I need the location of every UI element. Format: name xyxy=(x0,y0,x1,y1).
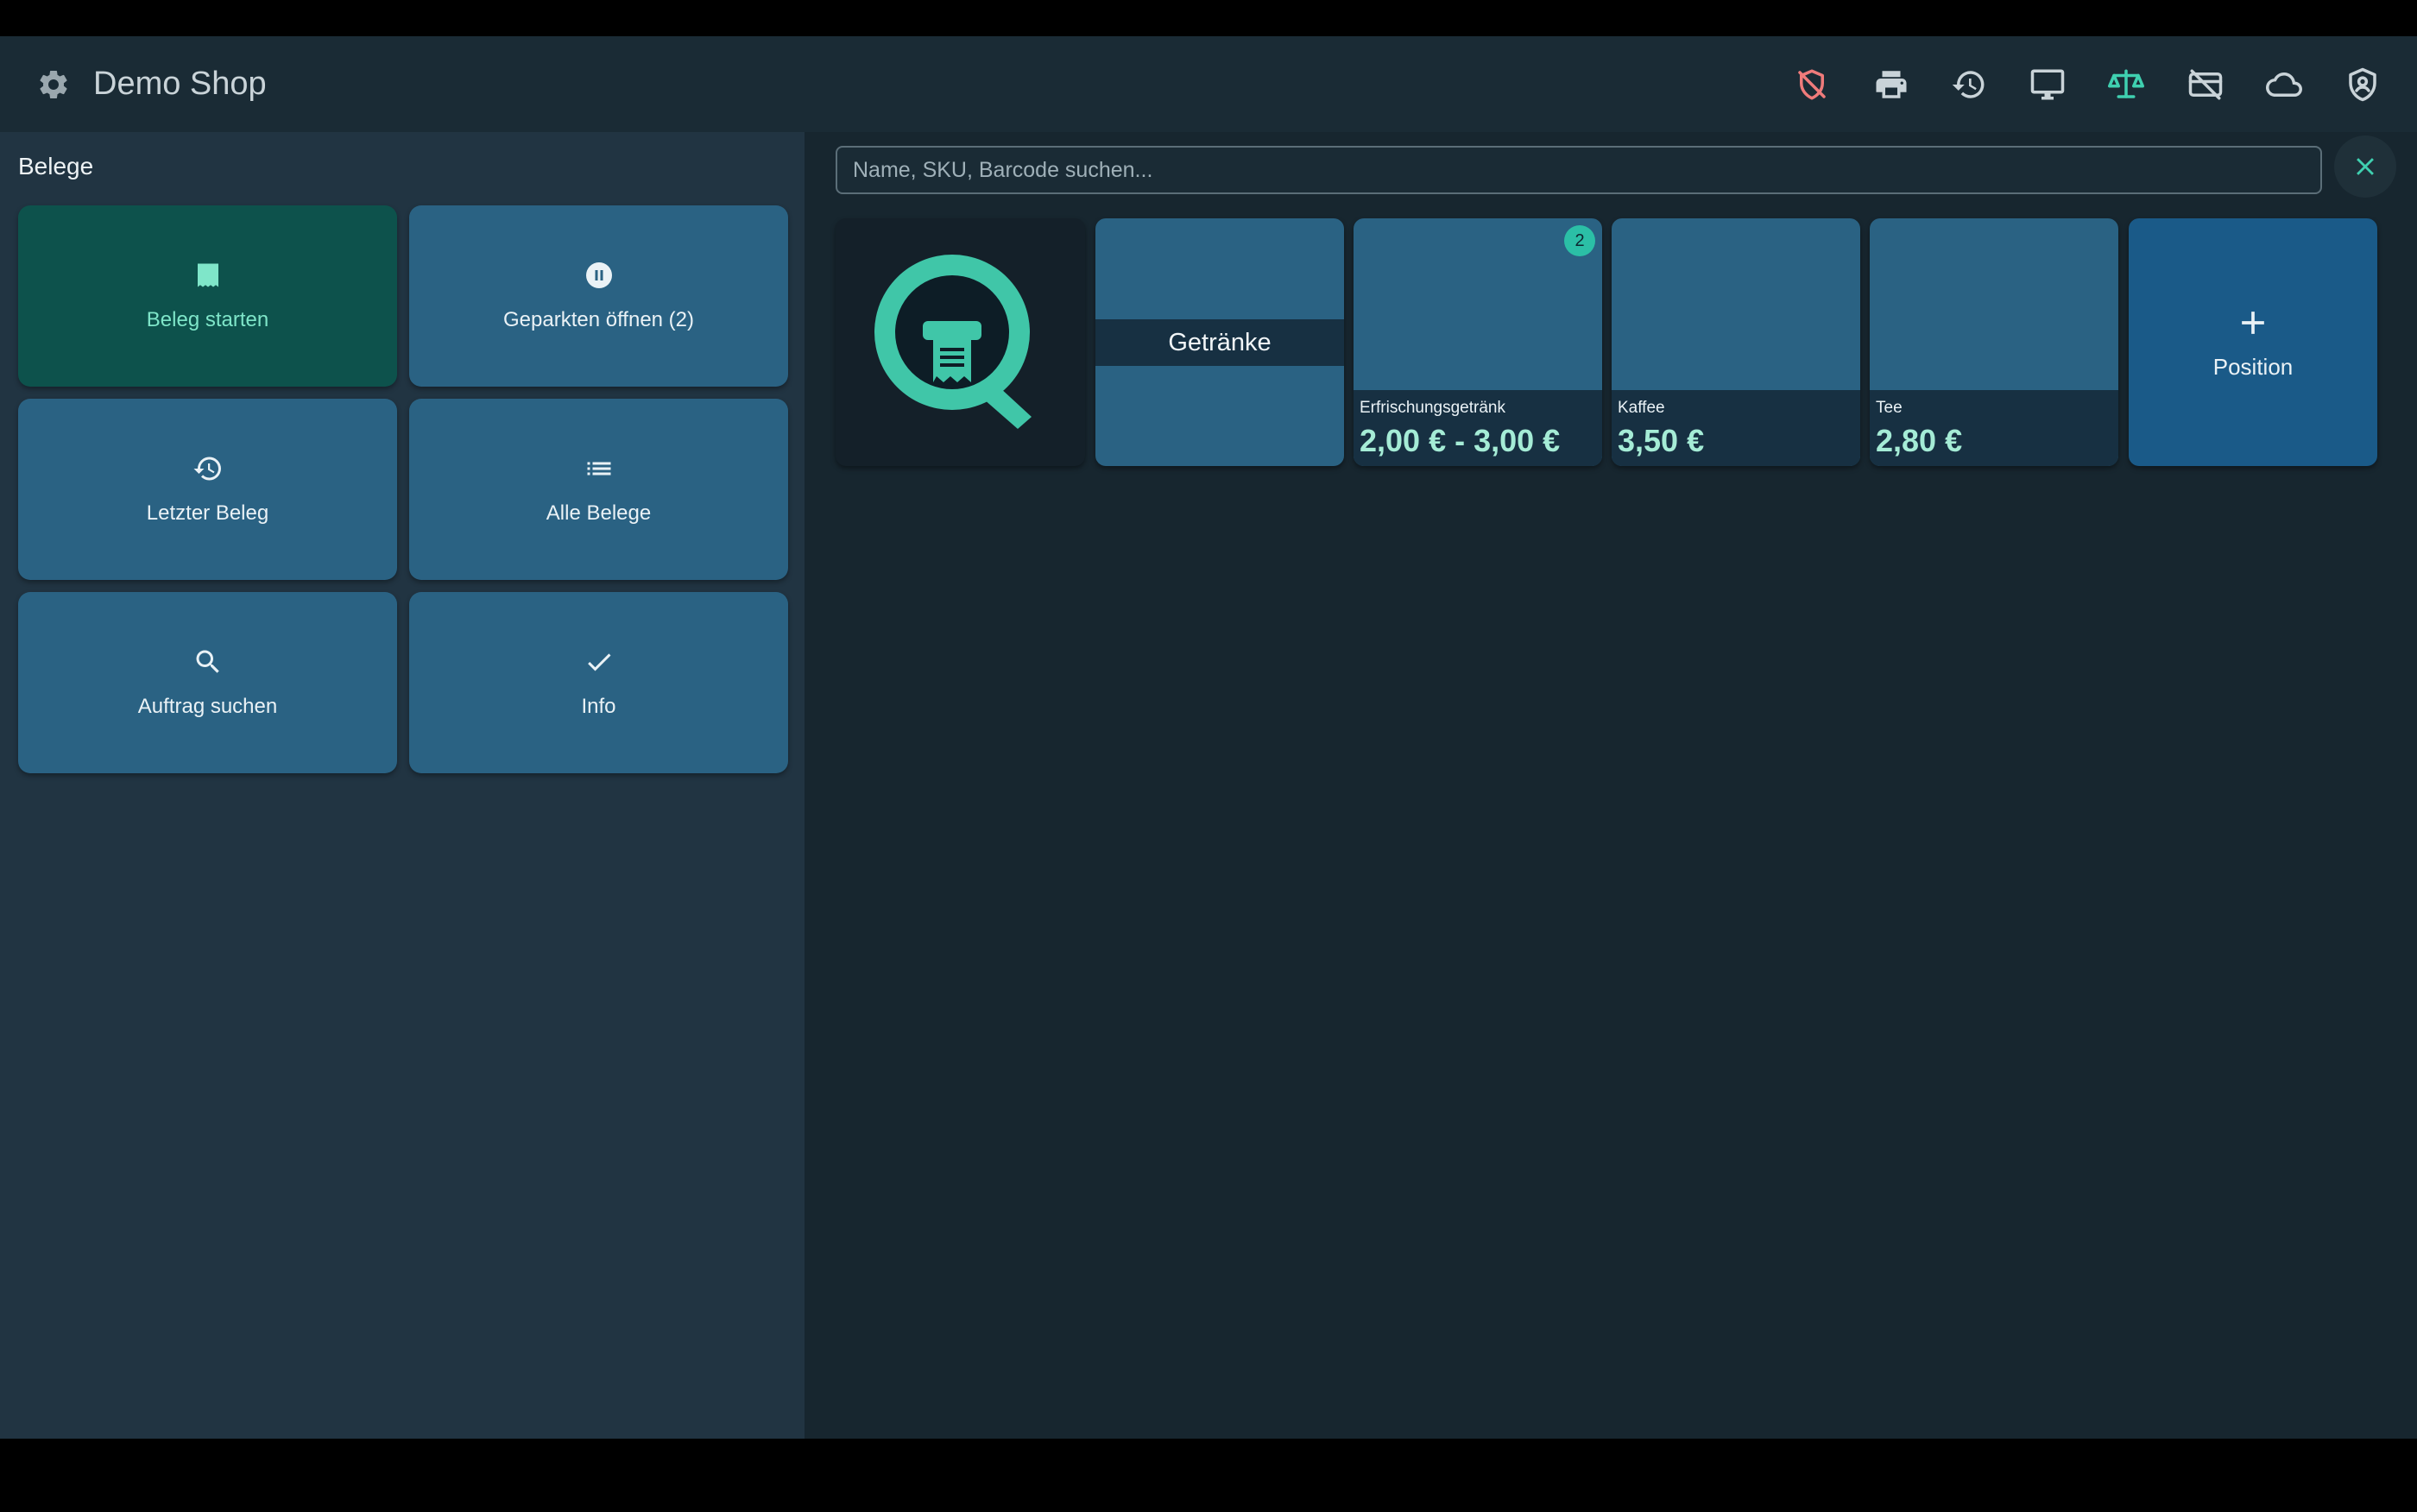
category-label: Getränke xyxy=(1095,319,1344,366)
start-receipt-label: Beleg starten xyxy=(146,308,269,331)
receipt-icon xyxy=(197,263,218,287)
product-tile-erfrischungsgetraenk[interactable]: 2 Erfrischungsgetränk 2,00 € - 3,00 € xyxy=(1354,218,1602,466)
product-name: Erfrischungsgetränk xyxy=(1360,399,1505,417)
shop-title: Demo Shop xyxy=(93,66,267,102)
product-name: Tee xyxy=(1876,399,1903,417)
search-field[interactable] xyxy=(836,146,2322,194)
product-info: Tee 2,80 € xyxy=(1870,390,2118,466)
check-icon xyxy=(587,653,610,671)
product-name: Kaffee xyxy=(1618,399,1665,417)
card-off-icon[interactable] xyxy=(2187,66,2225,104)
start-receipt-button[interactable]: Beleg starten xyxy=(18,205,397,387)
search-order-button[interactable]: Auftrag suchen xyxy=(18,592,397,773)
clear-search-button[interactable] xyxy=(2334,135,2396,198)
scale-icon[interactable] xyxy=(2107,66,2145,104)
product-info: Kaffee 3,50 € xyxy=(1612,390,1860,466)
printer-icon[interactable] xyxy=(1872,66,1910,104)
all-receipts-label: Alle Belege xyxy=(546,501,652,525)
panel-title: Belege xyxy=(18,153,94,180)
gear-icon[interactable] xyxy=(36,67,71,102)
monitor-icon[interactable] xyxy=(2029,66,2067,104)
pos-app: Demo Shop Belege Beleg starten Geparkten… xyxy=(0,36,2417,1439)
plus-icon xyxy=(2242,312,2264,334)
history-icon[interactable] xyxy=(1950,66,1988,104)
top-bar: Demo Shop xyxy=(0,36,2417,132)
product-info: Erfrischungsgetränk 2,00 € - 3,00 € xyxy=(1354,390,1602,466)
last-receipt-label: Letzter Beleg xyxy=(146,501,269,525)
category-tile-getraenke[interactable]: Getränke xyxy=(1095,218,1344,466)
logo-icon xyxy=(874,254,1032,429)
open-parked-label: Geparkten öffnen (2) xyxy=(502,308,695,331)
history-icon xyxy=(193,457,221,481)
brand-logo-tile xyxy=(836,218,1085,466)
info-button[interactable]: Info xyxy=(409,592,788,773)
add-position-label: Position xyxy=(2212,354,2294,380)
close-icon xyxy=(2357,158,2374,175)
list-icon xyxy=(587,462,610,476)
receipts-panel: Belege Beleg starten Geparkten öffnen (2… xyxy=(0,132,805,1439)
product-tile-tee[interactable]: Tee 2,80 € xyxy=(1870,218,2118,466)
search-order-label: Auftrag suchen xyxy=(137,695,278,718)
shield-user-icon[interactable] xyxy=(2344,66,2382,104)
all-receipts-button[interactable]: Alle Belege xyxy=(409,399,788,580)
info-label: Info xyxy=(581,695,616,718)
cloud-icon[interactable] xyxy=(2265,66,2303,104)
variant-count-badge: 2 xyxy=(1564,225,1595,256)
product-price: 2,80 € xyxy=(1876,423,1963,458)
pause-icon xyxy=(585,262,612,288)
product-tile-kaffee[interactable]: Kaffee 3,50 € xyxy=(1612,218,1860,466)
product-price: 2,00 € - 3,00 € xyxy=(1360,423,1561,458)
search-input[interactable] xyxy=(837,148,2320,192)
last-receipt-button[interactable]: Letzter Beleg xyxy=(18,399,397,580)
add-position-button[interactable]: Position xyxy=(2129,218,2377,466)
open-parked-button[interactable]: Geparkten öffnen (2) xyxy=(409,205,788,387)
search-icon xyxy=(196,650,219,673)
product-price: 3,50 € xyxy=(1618,423,1705,458)
shield-off-icon[interactable] xyxy=(1793,66,1831,104)
